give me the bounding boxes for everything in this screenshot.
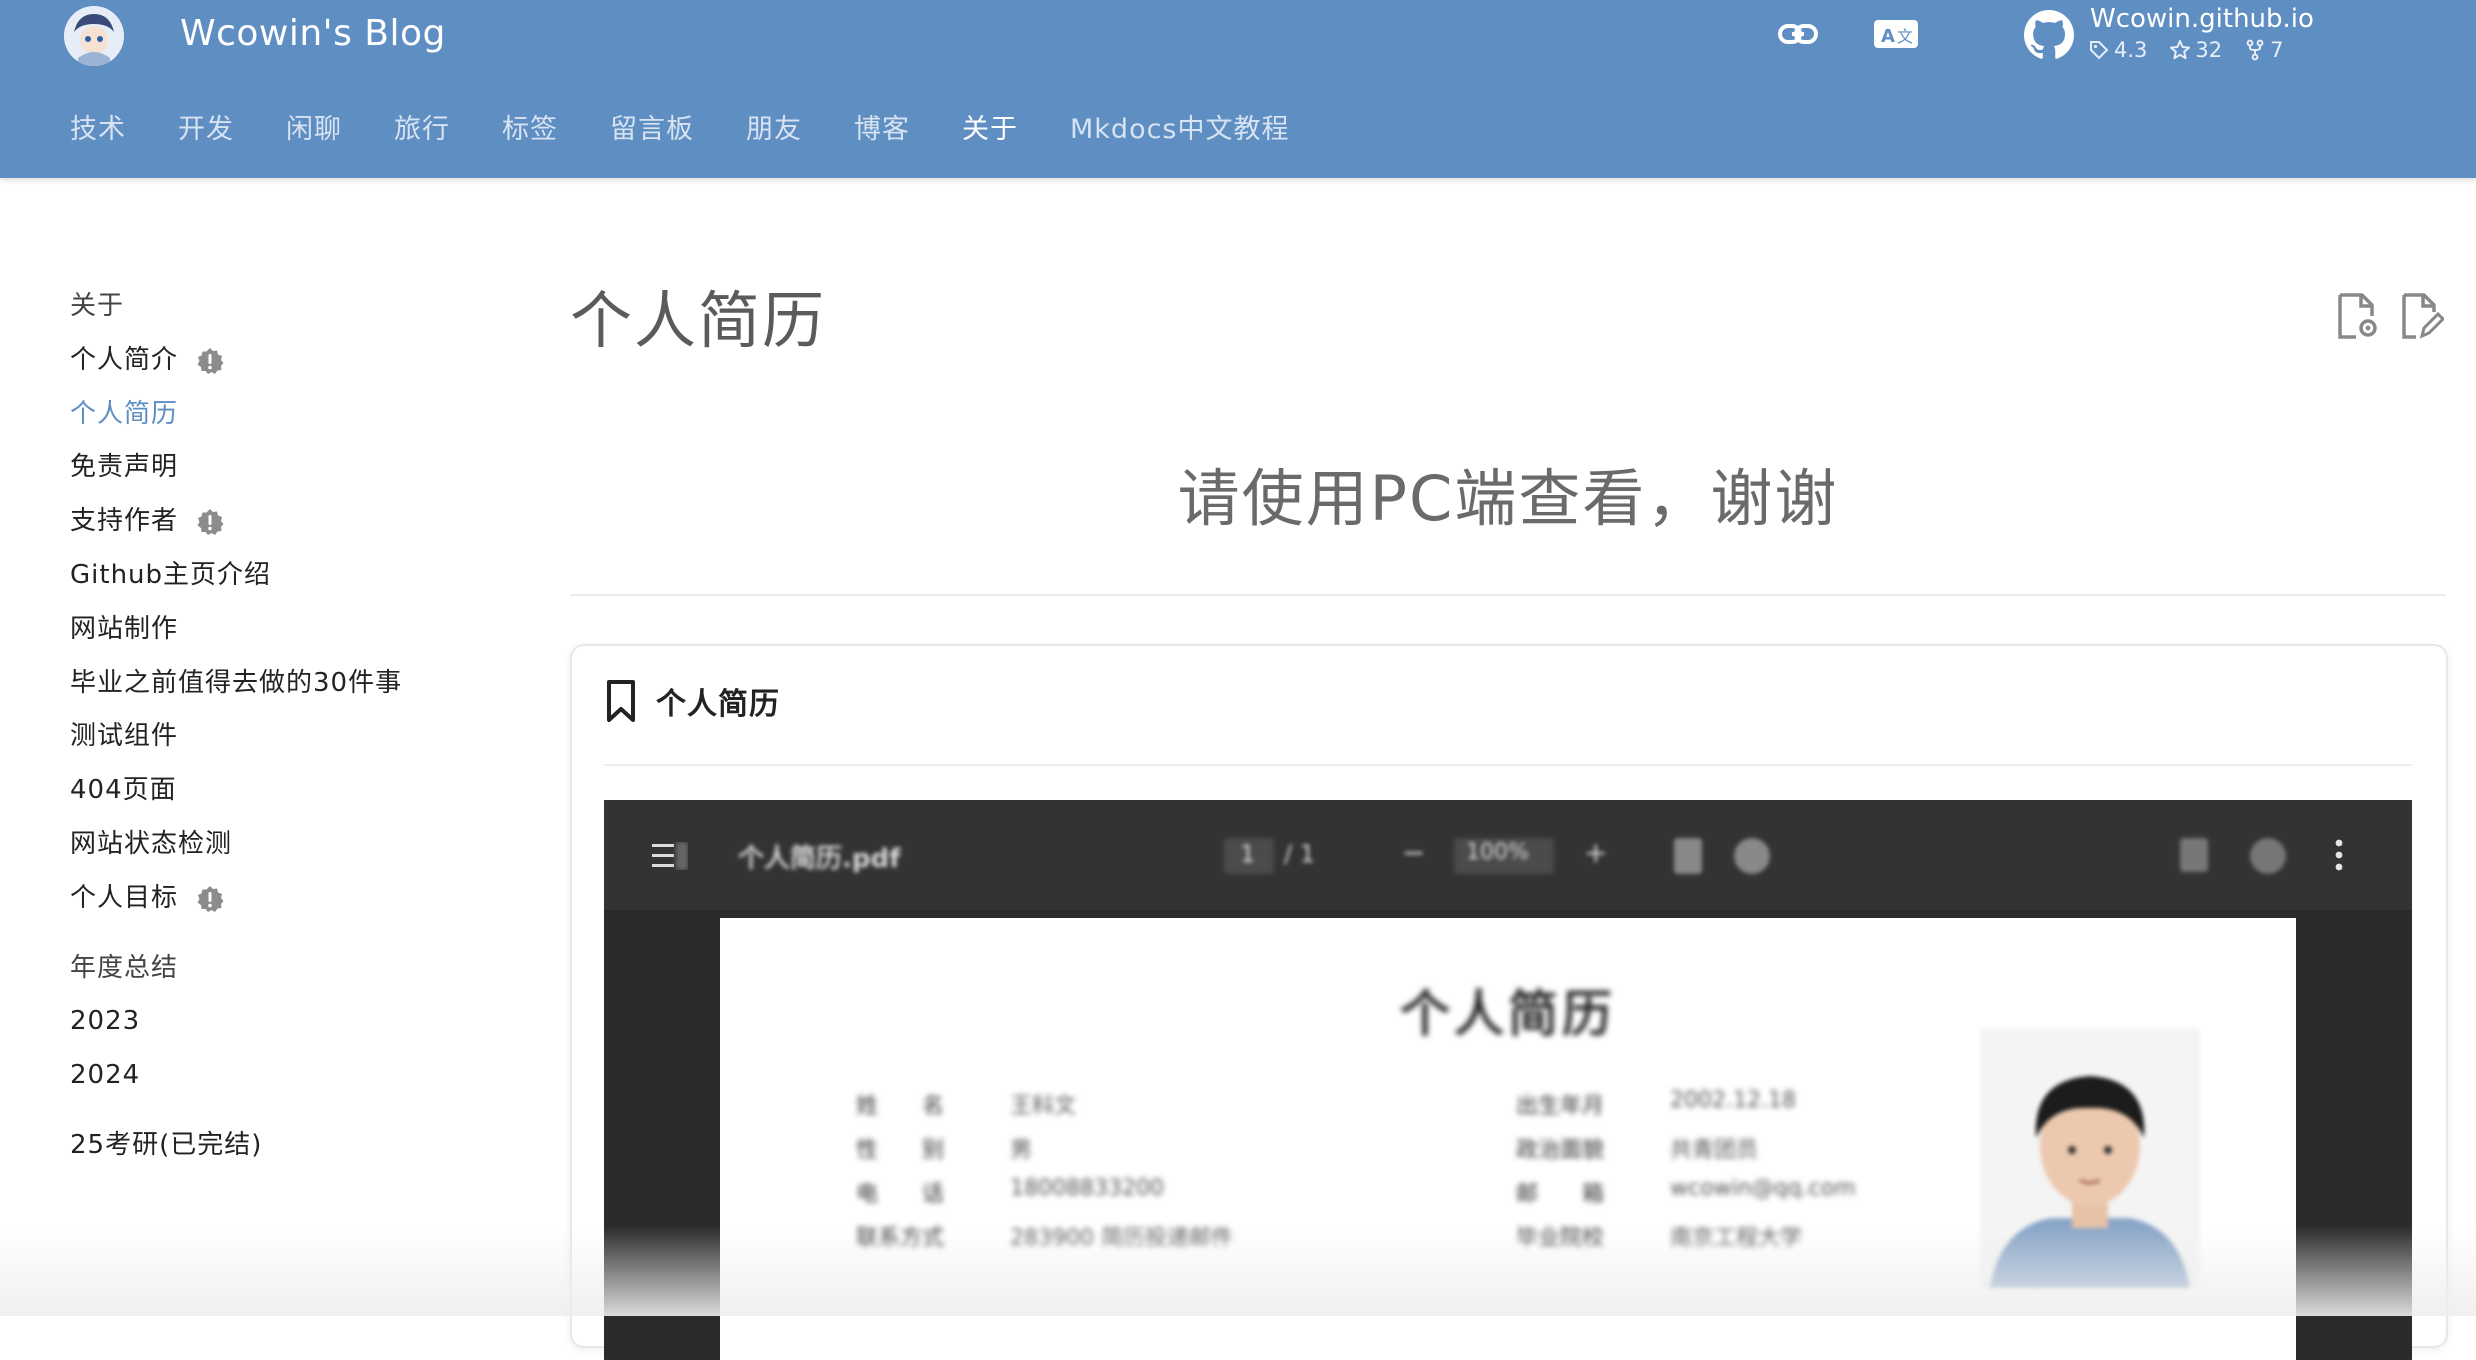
tab-about[interactable]: 关于 [962,108,1018,152]
repo-version: 4.3 [2088,38,2147,62]
field-value: 共青团员 [1670,1138,1759,1163]
repo-version-value: 4.3 [2114,38,2148,62]
edit-page-icon[interactable] [2400,292,2446,342]
pdf-page: 个人简历 姓 名 王科文 性 别 男 电 话 18008833200 联系方式 … [720,918,2296,1360]
pdf-viewer[interactable]: 个人简历.pdf 1 / 1 − 100% + 个人简历 姓 名 王科文 性 别… [604,800,2412,1360]
github-icon [2024,10,2074,59]
field-value: 2002.12.18 [1670,1088,1796,1113]
tab-mkdocs-tutorial[interactable]: Mkdocs中文教程 [1070,108,1290,152]
svg-text:A: A [1881,26,1895,47]
card-header: 个人简历 [604,678,780,724]
sidebar-item-support[interactable]: 支持作者 [70,495,490,549]
tab-blog[interactable]: 博客 [854,108,910,152]
sidebar-item-goals[interactable]: 个人目标 [70,872,490,926]
repo-forks-value: 7 [2270,38,2284,62]
card-title: 个人简历 [656,687,780,722]
site-title[interactable]: Wcowin's Blog [180,10,446,58]
pdf-toolbar: 个人简历.pdf 1 / 1 − 100% + [604,800,2412,910]
repo-forks: 7 [2244,38,2284,62]
pdf-page-total: / 1 [1284,840,1315,868]
field-key: 毕业院校 [1516,1226,1605,1251]
field-value: 18008833200 [1010,1176,1164,1201]
sidebar-item-site-making[interactable]: 网站制作 [70,603,490,657]
field-value: 男 [1010,1138,1033,1163]
tab-guestbook[interactable]: 留言板 [610,108,694,152]
star-icon [2170,40,2191,60]
sidebar-item-2023[interactable]: 2023 [70,995,490,1049]
download-icon[interactable] [2180,838,2208,872]
repo-stats: 4.3 32 7 [2088,38,2284,62]
fit-page-icon[interactable] [1674,838,1702,874]
top-tabs: 技术 开发 闲聊 旅行 标签 留言板 朋友 博客 关于 Mkdocs中文教程 [70,108,1342,152]
sidebar-section-annual[interactable]: 年度总结 [70,942,490,996]
github-repo-link[interactable]: Wcowin.github.io 4.3 32 7 [2020,4,2440,74]
more-options-icon[interactable] [2334,838,2344,872]
site-logo[interactable] [64,6,124,66]
resume-card: 个人简历 个人简历.pdf 1 / 1 − 100% + 个人简历 姓 名 王科… [570,644,2448,1360]
view-source-icon[interactable] [2336,292,2380,342]
repo-stars: 32 [2169,38,2222,62]
repo-stars-value: 32 [2195,38,2223,62]
link-icon[interactable] [1776,14,1820,54]
field-key: 邮 箱 [1516,1182,1605,1207]
sidebar-item-label: 个人简介 [70,344,179,375]
profile-photo [1980,1028,2200,1288]
tab-dev[interactable]: 开发 [178,108,234,152]
info-badge-icon [197,885,224,912]
sidebar-item-30-things[interactable]: 毕业之前值得去做的30件事 [70,657,490,711]
pdf-page-current: 1 [1240,840,1256,868]
field-value: wcowin@qq.com [1670,1176,1856,1201]
zoom-out-icon[interactable]: − [1402,836,1425,869]
svg-text:文: 文 [1897,27,1913,46]
sidebar-section-about[interactable]: 关于 [70,280,490,334]
tab-tags[interactable]: 标签 [502,108,558,152]
field-key: 电 话 [856,1182,945,1207]
field-key: 政治面貌 [1516,1138,1605,1163]
sidebar-item-disclaimer[interactable]: 免责声明 [70,441,490,495]
field-key: 出生年月 [1516,1094,1605,1119]
sidebar-item-resume[interactable]: 个人简历 [70,388,490,442]
field-key: 联系方式 [856,1226,945,1251]
menu-icon[interactable] [652,842,688,870]
field-value: 283900 简历投递邮件 [1010,1226,1233,1251]
repo-name: Wcowin.github.io [2090,4,2314,34]
sidebar-item-profile[interactable]: 个人简介 [70,334,490,388]
info-badge-icon [197,509,224,536]
pdf-zoom: 100% [1466,840,1529,865]
sidebar-item-label: 个人目标 [70,882,179,913]
sidebar-item-status[interactable]: 网站状态检测 [70,818,490,872]
zoom-in-icon[interactable]: + [1584,836,1607,869]
pc-notice: 请使用PC端查看，谢谢 [1177,462,1839,535]
sidebar-item-2024[interactable]: 2024 [70,1049,490,1103]
field-key: 姓 名 [856,1094,945,1119]
top-header: Wcowin's Blog A 文 Wcowin.github.io 4.3 3… [0,0,2476,178]
page-title: 个人简历 [570,284,827,357]
field-key: 性 别 [856,1138,945,1163]
sidebar-item-kaoyan[interactable]: 25考研(已完结) [70,1119,490,1173]
sidebar-item-label: 支持作者 [70,506,179,537]
sidebar-item-test-components[interactable]: 测试组件 [70,710,490,764]
field-value: 南京工程大学 [1670,1226,1803,1251]
rotate-icon[interactable] [1734,838,1770,874]
field-value: 王科文 [1010,1094,1077,1119]
tab-chat[interactable]: 闲聊 [286,108,342,152]
tag-icon [2090,41,2109,60]
translate-icon[interactable]: A 文 [1872,14,1918,54]
fork-icon [2246,39,2264,61]
tab-friends[interactable]: 朋友 [746,108,802,152]
sidebar-nav: 关于 个人简介 个人简历 免责声明 支持作者 Github主页介绍 网站制作 毕… [70,280,490,1173]
sidebar-item-github-intro[interactable]: Github主页介绍 [70,549,490,603]
card-divider [604,764,2412,766]
sidebar-item-404[interactable]: 404页面 [70,764,490,818]
tab-tech[interactable]: 技术 [70,108,126,152]
divider [570,594,2446,596]
print-icon[interactable] [2250,838,2286,874]
pdf-filename: 个人简历.pdf [738,844,901,874]
tab-travel[interactable]: 旅行 [394,108,450,152]
bookmark-icon [607,680,635,722]
info-badge-icon [197,347,224,374]
